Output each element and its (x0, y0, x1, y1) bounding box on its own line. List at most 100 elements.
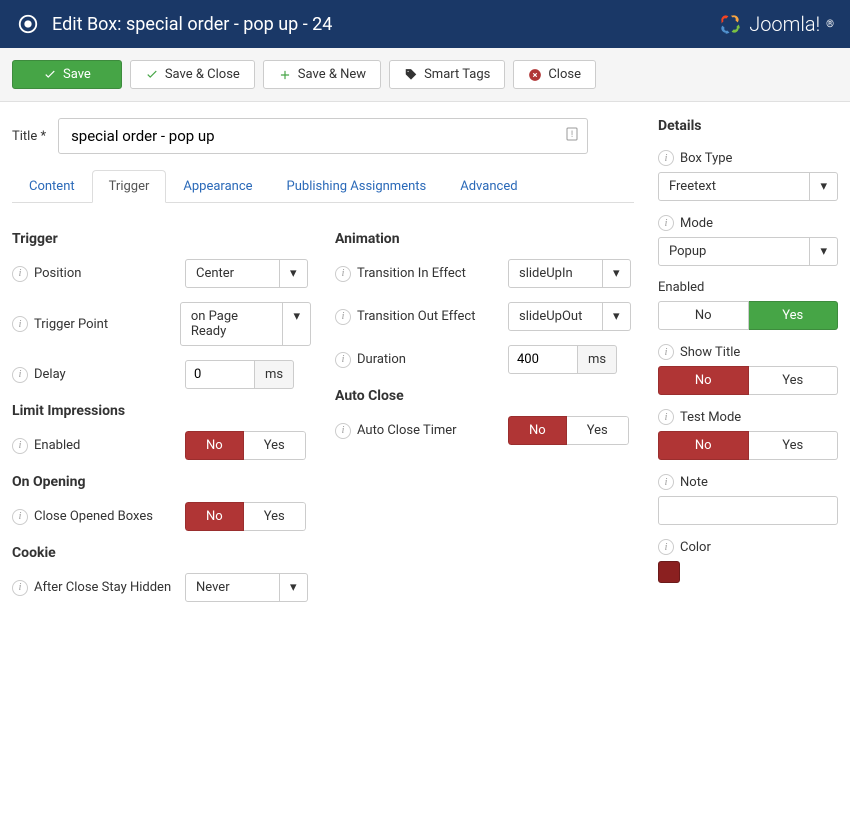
tab-content[interactable]: Content (12, 170, 92, 203)
test-mode-label: Test Mode (680, 410, 741, 425)
title-label: Title * (12, 129, 46, 144)
show-title-toggle[interactable]: No Yes (658, 366, 838, 395)
caret-down-icon: ▾ (283, 302, 311, 346)
info-icon[interactable]: i (658, 409, 674, 425)
info-icon[interactable]: i (12, 266, 28, 282)
test-mode-toggle[interactable]: No Yes (658, 431, 838, 460)
trigger-heading: Trigger (12, 231, 311, 247)
check-icon (145, 68, 159, 82)
mode-row: i Mode Popup ▾ (658, 215, 838, 266)
content-area: Title * ! Content Trigger Appearance Pub… (0, 102, 850, 632)
caret-down-icon: ▾ (810, 237, 838, 266)
close-opened-toggle[interactable]: No Yes (185, 502, 306, 531)
test-mode-row: i Test Mode No Yes (658, 409, 838, 460)
sidebar-column: Details i Box Type Freetext ▾ i Mode Pop… (658, 118, 838, 616)
smart-tags-button[interactable]: Smart Tags (389, 60, 505, 89)
caret-down-icon: ▾ (603, 302, 631, 331)
limit-enabled-row: i Enabled No Yes (12, 431, 311, 460)
mode-label: Mode (680, 216, 713, 231)
auto-close-timer-toggle[interactable]: No Yes (508, 416, 629, 445)
cookie-heading: Cookie (12, 545, 311, 561)
main-column: Title * ! Content Trigger Appearance Pub… (12, 118, 634, 616)
auto-close-timer-label: Auto Close Timer (357, 423, 457, 438)
info-icon[interactable]: i (658, 344, 674, 360)
transition-out-row: i Transition Out Effect slideUpOut ▾ (335, 302, 634, 331)
caret-down-icon: ▾ (280, 259, 308, 288)
note-label: Note (680, 475, 708, 490)
title-input[interactable] (58, 118, 588, 154)
plus-icon (278, 68, 292, 82)
title-row: Title * ! (12, 118, 634, 154)
check-icon (43, 68, 57, 82)
caret-down-icon: ▾ (280, 573, 308, 602)
info-icon[interactable]: i (12, 438, 28, 454)
note-input[interactable] (658, 496, 838, 525)
info-icon[interactable]: i (335, 309, 351, 325)
show-title-row: i Show Title No Yes (658, 344, 838, 395)
close-button[interactable]: Close (513, 60, 596, 89)
delay-label: Delay (34, 367, 66, 382)
duration-input[interactable] (508, 345, 578, 374)
limit-enabled-toggle[interactable]: No Yes (185, 431, 306, 460)
delay-input[interactable] (185, 360, 255, 389)
transition-in-label: Transition In Effect (357, 266, 466, 281)
info-icon[interactable]: i (658, 215, 674, 231)
header-left: Edit Box: special order - pop up - 24 (16, 12, 332, 36)
info-icon[interactable]: i (12, 367, 28, 383)
trigger-point-row: i Trigger Point on Page Ready ▾ (12, 302, 311, 346)
info-icon[interactable]: i (12, 509, 28, 525)
auto-close-timer-row: i Auto Close Timer No Yes (335, 416, 634, 445)
transition-out-label: Transition Out Effect (357, 309, 476, 324)
info-icon[interactable]: i (658, 150, 674, 166)
info-icon[interactable]: i (335, 423, 351, 439)
trigger-point-select[interactable]: on Page Ready ▾ (180, 302, 311, 346)
after-close-select[interactable]: Never ▾ (185, 573, 308, 602)
enabled-toggle[interactable]: No Yes (658, 301, 838, 330)
show-title-label: Show Title (680, 345, 740, 360)
info-icon[interactable]: i (335, 266, 351, 282)
color-swatch[interactable] (658, 561, 680, 583)
note-row: i Note (658, 474, 838, 525)
tab-publishing[interactable]: Publishing Assignments (270, 170, 444, 203)
tab-appearance[interactable]: Appearance (166, 170, 269, 203)
input-icon: ! (566, 127, 578, 145)
save-close-button[interactable]: Save & Close (130, 60, 255, 89)
info-icon[interactable]: i (658, 539, 674, 555)
after-close-row: i After Close Stay Hidden Never ▾ (12, 573, 311, 602)
box-type-row: i Box Type Freetext ▾ (658, 150, 838, 201)
transition-in-select[interactable]: slideUpIn ▾ (508, 259, 631, 288)
position-label: Position (34, 266, 81, 281)
duration-unit: ms (578, 345, 617, 374)
tab-trigger[interactable]: Trigger (92, 170, 167, 203)
tabs: Content Trigger Appearance Publishing As… (12, 170, 634, 203)
form-col-left: Trigger i Position Center ▾ i Trigger Po… (12, 219, 311, 616)
info-icon[interactable]: i (12, 580, 28, 596)
position-row: i Position Center ▾ (12, 259, 311, 288)
tag-icon (404, 68, 418, 82)
duration-row: i Duration ms (335, 345, 634, 374)
box-type-select[interactable]: Freetext ▾ (658, 172, 838, 201)
info-icon[interactable]: i (12, 316, 28, 332)
on-opening-heading: On Opening (12, 474, 311, 490)
brand-text: Joomla! (749, 12, 820, 36)
caret-down-icon: ▾ (810, 172, 838, 201)
transition-out-select[interactable]: slideUpOut ▾ (508, 302, 631, 331)
toolbar: Save Save & Close Save & New Smart Tags … (0, 48, 850, 102)
close-opened-row: i Close Opened Boxes No Yes (12, 502, 311, 531)
page-title: Edit Box: special order - pop up - 24 (52, 14, 332, 35)
info-icon[interactable]: i (335, 352, 351, 368)
save-new-button[interactable]: Save & New (263, 60, 381, 89)
info-icon[interactable]: i (658, 474, 674, 490)
tab-advanced[interactable]: Advanced (443, 170, 534, 203)
delay-row: i Delay ms (12, 360, 311, 389)
mode-select[interactable]: Popup ▾ (658, 237, 838, 266)
enabled-row: Enabled No Yes (658, 280, 838, 330)
header-bar: Edit Box: special order - pop up - 24 Jo… (0, 0, 850, 48)
after-close-label: After Close Stay Hidden (34, 580, 171, 595)
details-heading: Details (658, 118, 838, 134)
save-button[interactable]: Save (12, 60, 122, 89)
position-select[interactable]: Center ▾ (185, 259, 308, 288)
limit-impressions-heading: Limit Impressions (12, 403, 311, 419)
animation-heading: Animation (335, 231, 634, 247)
enabled-label: Enabled (658, 280, 704, 295)
